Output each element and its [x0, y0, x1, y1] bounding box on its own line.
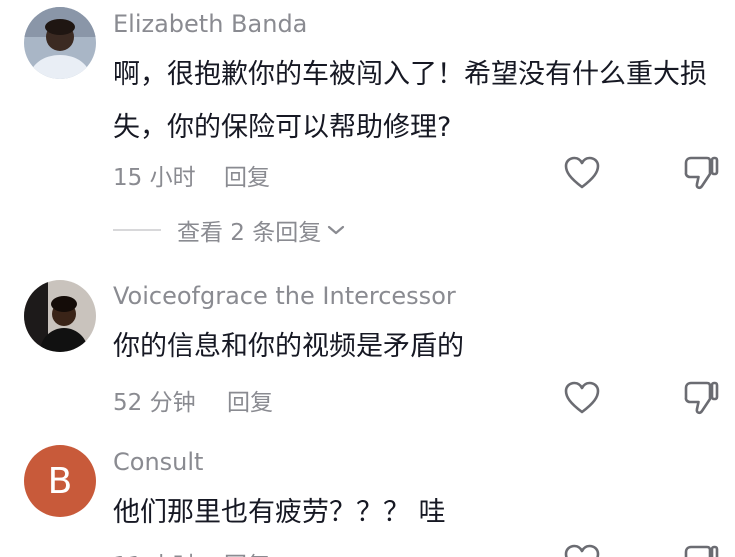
thumbs-down-outline-icon[interactable] — [683, 380, 719, 416]
comment-item: Voiceofgrace the Intercessor 你的信息和你的视频是矛… — [0, 270, 735, 430]
comment-text: 啊，很抱歉你的车被闯入了！希望没有什么重大损失，你的保险可以帮助修理? — [113, 59, 707, 143]
heart-outline-icon[interactable] — [564, 381, 600, 415]
comment-timestamp: 11 小时 — [113, 546, 196, 557]
view-replies-label: 查看 2 条回复 — [177, 220, 322, 246]
comment-item: Elizabeth Banda 啊，很抱歉你的车被闯入了！希望没有什么重大损失，… — [0, 0, 735, 260]
chevron-down-icon — [328, 225, 345, 235]
reply-button[interactable]: 回复 — [224, 546, 270, 557]
reply-button[interactable]: 回复 — [224, 158, 270, 192]
comment-username[interactable]: Consult — [113, 448, 203, 476]
comment-username[interactable]: Elizabeth Banda — [113, 10, 307, 38]
comment-username[interactable]: Voiceofgrace the Intercessor — [113, 282, 456, 310]
reply-button[interactable]: 回复 — [227, 383, 273, 417]
avatar[interactable] — [24, 280, 96, 352]
comment-item: B Consult 他们那里也有疲劳？？？ 哇 11 小时 回复 — [0, 440, 735, 557]
thumbs-down-outline-icon[interactable] — [683, 155, 719, 191]
comment-timestamp: 52 分钟 — [113, 390, 196, 416]
avatar-letter: B — [47, 460, 73, 502]
heart-outline-icon[interactable] — [564, 544, 600, 557]
comment-text: 你的信息和你的视频是矛盾的 — [113, 331, 464, 362]
thumbs-down-outline-icon[interactable] — [683, 544, 719, 557]
divider — [113, 229, 161, 231]
view-replies-button[interactable]: 查看 2 条回复 — [113, 213, 345, 247]
heart-outline-icon[interactable] — [564, 156, 600, 190]
avatar[interactable] — [24, 7, 96, 79]
comment-text: 他们那里也有疲劳？？？ 哇 — [113, 497, 446, 528]
avatar[interactable]: B — [24, 445, 96, 517]
comment-timestamp: 15 小时 — [113, 165, 196, 191]
